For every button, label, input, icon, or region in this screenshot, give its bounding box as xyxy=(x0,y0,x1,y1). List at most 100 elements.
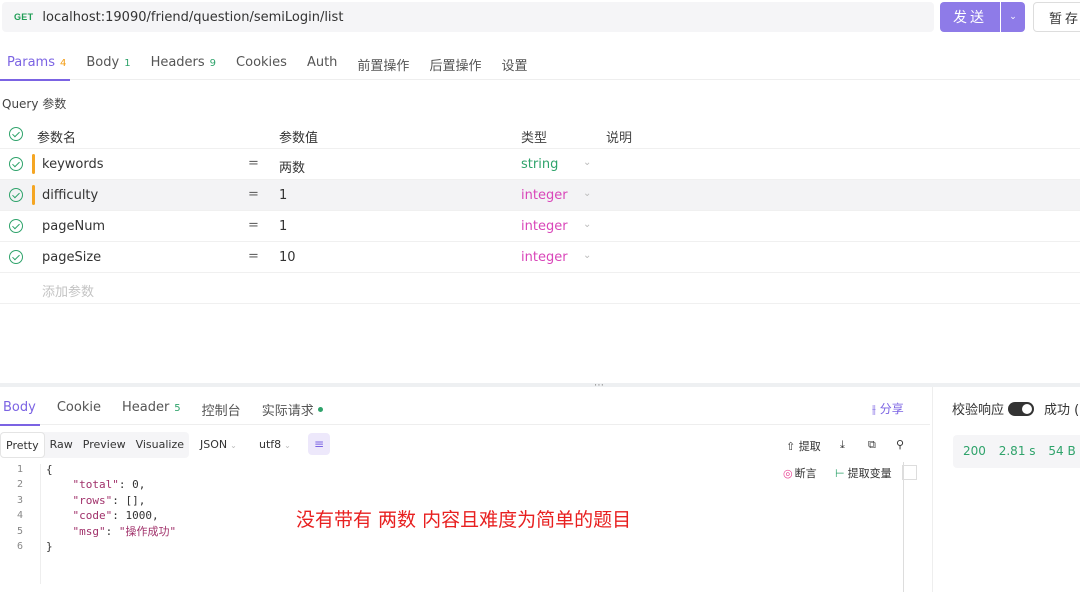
enabled-check-icon[interactable] xyxy=(9,250,23,264)
json-key: "msg" xyxy=(72,524,106,538)
status-code: 200 xyxy=(963,444,986,458)
extract-label: 提取 xyxy=(798,440,821,453)
chevron-down-icon: ⌄ xyxy=(284,441,291,450)
encoding-select[interactable]: utf8 ⌄ xyxy=(259,438,291,451)
code-scroll-divider xyxy=(903,462,904,592)
enabled-check-icon[interactable] xyxy=(9,219,23,233)
tab-response-body[interactable]: Body xyxy=(0,395,40,426)
equals-sign: = xyxy=(248,218,259,233)
chevron-down-icon[interactable]: ⌄ xyxy=(583,250,591,261)
annotation-text: 没有带有 两数 内容且难度为简单的题目 xyxy=(296,509,632,531)
header-value: 参数值 xyxy=(279,131,319,146)
chevron-down-icon[interactable]: ⌄ xyxy=(583,219,591,230)
send-dropdown-chevron-icon[interactable]: ⌄ xyxy=(1001,2,1025,32)
param-row[interactable]: pageNum = 1 integer ⌄ xyxy=(0,211,1080,242)
code-text: "total": 0, xyxy=(46,477,146,492)
tab-settings[interactable]: 设置 xyxy=(501,46,527,80)
download-icon[interactable]: ⤓ xyxy=(840,438,845,452)
extract-variable-button[interactable]: ⊢ 提取变量 xyxy=(835,465,892,481)
http-method[interactable]: GET xyxy=(14,12,33,22)
param-value[interactable]: 1 xyxy=(279,188,287,203)
query-params-title: Query 参数 xyxy=(2,97,67,111)
url-bar: GET localhost:19090/friend/question/semi… xyxy=(0,0,1080,40)
url-input[interactable]: GET localhost:19090/friend/question/semi… xyxy=(2,2,934,32)
tab-cookies[interactable]: Cookies xyxy=(236,46,287,80)
param-row[interactable]: pageSize = 10 integer ⌄ xyxy=(0,242,1080,273)
lang-select[interactable]: JSON ⌄ xyxy=(200,438,237,451)
tab-response-cookie[interactable]: Cookie xyxy=(57,395,101,425)
tab-body[interactable]: Body 1 xyxy=(86,46,130,80)
chevron-down-icon[interactable]: ⌄ xyxy=(583,188,591,199)
tab-console[interactable]: 控制台 xyxy=(202,395,241,425)
format-preview[interactable]: Preview xyxy=(78,432,131,458)
param-type[interactable]: integer xyxy=(521,250,568,265)
code-text: { xyxy=(46,463,53,476)
tab-label: 实际请求 xyxy=(261,404,314,419)
tab-count: 1 xyxy=(124,58,131,69)
param-value[interactable]: 1 xyxy=(279,219,287,234)
wrap-lines-icon[interactable]: ≡ xyxy=(308,433,330,455)
tab-pre-actions[interactable]: 前置操作 xyxy=(357,46,409,80)
search-icon[interactable]: ⚲ xyxy=(896,438,904,451)
modified-marker xyxy=(32,154,35,174)
tab-label: Body xyxy=(86,55,120,70)
json-key: "rows" xyxy=(72,493,113,507)
tab-response-header[interactable]: Header 5 xyxy=(122,395,181,425)
code-text: "rows": [], xyxy=(46,493,146,508)
param-name[interactable]: pageSize xyxy=(42,250,101,265)
extract-button[interactable]: ⇧ 提取 xyxy=(786,438,821,454)
panel-splitter[interactable] xyxy=(0,383,1080,387)
param-row[interactable]: difficulty = 1 integer ⌄ xyxy=(0,180,1080,211)
chevron-down-icon[interactable]: ⌄ xyxy=(583,157,591,168)
format-raw[interactable]: Raw xyxy=(45,432,78,458)
tab-post-actions[interactable]: 后置操作 xyxy=(429,46,481,80)
tab-count: 4 xyxy=(59,58,67,69)
tab-count: 5 xyxy=(174,403,181,414)
param-name[interactable]: keywords xyxy=(42,157,103,172)
minimap-box[interactable] xyxy=(902,465,917,480)
verify-label: 校验响应 xyxy=(952,403,1005,418)
json-value: : 1000, xyxy=(112,509,159,523)
header-desc: 说明 xyxy=(606,131,633,146)
param-type[interactable]: string xyxy=(521,157,558,172)
code-text: } xyxy=(46,539,53,553)
format-visualize[interactable]: Visualize xyxy=(131,432,189,458)
param-value[interactable]: 10 xyxy=(279,250,296,265)
verify-response: 校验响应 成功 (2 xyxy=(952,399,1080,418)
param-name[interactable]: difficulty xyxy=(42,188,98,203)
line-number: 2 xyxy=(16,479,23,491)
share-button[interactable]: ⫲ 分享 xyxy=(872,400,904,417)
tab-headers[interactable]: Headers 9 xyxy=(151,46,216,80)
add-param-row[interactable]: 添加参数 xyxy=(0,273,1080,304)
drag-handle-icon[interactable]: ⋯ xyxy=(594,380,605,391)
json-key: "total" xyxy=(72,478,119,492)
result-label[interactable]: 成功 (2 xyxy=(1044,399,1080,418)
format-pretty[interactable]: Pretty xyxy=(0,432,45,458)
line-number: 3 xyxy=(16,494,23,506)
enabled-check-icon[interactable] xyxy=(9,188,23,202)
assert-button[interactable]: ◎ 断言 xyxy=(783,465,817,481)
param-name[interactable]: pageNum xyxy=(42,219,105,234)
lang-value: JSON xyxy=(200,438,228,451)
send-button[interactable]: 发送 xyxy=(940,2,1000,32)
param-type[interactable]: integer xyxy=(521,219,568,234)
assert-label: 断言 xyxy=(794,467,817,480)
tab-actual-request[interactable]: 实际请求 xyxy=(262,395,323,425)
line-number: 1 xyxy=(16,464,23,475)
enabled-check-icon[interactable] xyxy=(9,157,23,171)
copy-icon[interactable]: ⧉ xyxy=(868,438,876,452)
save-button[interactable]: 暂存 xyxy=(1033,2,1080,32)
line-number: 4 xyxy=(16,510,23,522)
url-text[interactable]: localhost:19090/friend/question/semiLogi… xyxy=(42,10,343,25)
verify-toggle[interactable] xyxy=(1008,401,1035,416)
tab-params[interactable]: Params 4 xyxy=(0,46,71,81)
code-text: "msg": "操作成功" xyxy=(46,524,177,539)
add-param-placeholder[interactable]: 添加参数 xyxy=(42,281,94,300)
param-type[interactable]: integer xyxy=(521,188,568,203)
line-number: 6 xyxy=(16,540,23,552)
tab-auth[interactable]: Auth xyxy=(307,46,337,80)
format-bar: Pretty Raw Preview Visualize JSON ⌄ utf8 ⌄… xyxy=(0,432,930,458)
param-row[interactable]: keywords = 两数 string ⌄ xyxy=(0,149,1080,180)
param-value[interactable]: 两数 xyxy=(279,157,305,176)
select-all-check-icon[interactable] xyxy=(9,127,23,141)
